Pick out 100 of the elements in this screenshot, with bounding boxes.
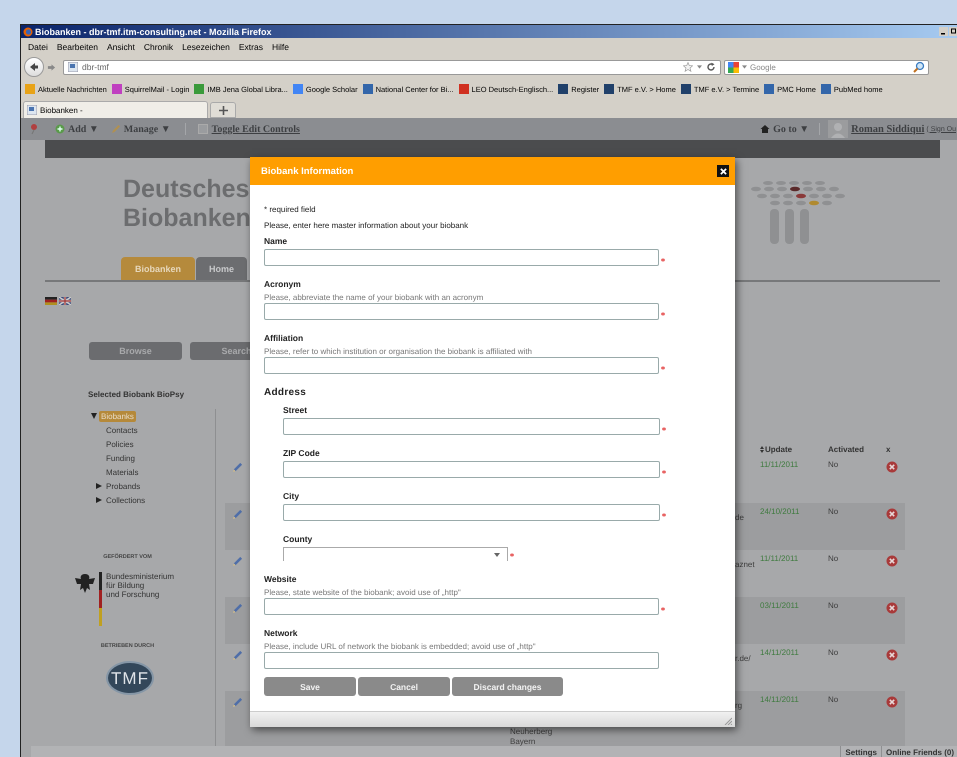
edit-pencil-icon[interactable] bbox=[232, 603, 243, 614]
german-flag-icon[interactable] bbox=[45, 297, 57, 305]
dialog-title: Biobank Information bbox=[261, 166, 354, 176]
new-tab-button[interactable] bbox=[210, 102, 236, 118]
text-field[interactable] bbox=[264, 303, 659, 320]
delete-icon[interactable] bbox=[886, 461, 898, 473]
star-icon[interactable] bbox=[683, 62, 693, 72]
expander-icon[interactable] bbox=[96, 497, 102, 503]
text-field[interactable] bbox=[264, 598, 659, 615]
menu-item[interactable]: Bearbeiten bbox=[54, 42, 104, 52]
search-field[interactable]: Google bbox=[724, 60, 929, 74]
table-cell: r.de/ bbox=[735, 654, 751, 663]
edit-pencil-icon[interactable] bbox=[232, 650, 243, 661]
text-field[interactable] bbox=[283, 418, 660, 435]
edit-pencil-icon[interactable] bbox=[232, 462, 243, 473]
tree-item[interactable]: Materials bbox=[104, 466, 140, 478]
browser-tab[interactable]: Biobanken - bbox=[23, 101, 208, 118]
minimize-icon[interactable] bbox=[939, 27, 948, 36]
field-hint: Please, abbreviate the name of your biobank with an acronym bbox=[264, 293, 484, 303]
toggle-edit-controls-link[interactable]: Toggle Edit Controls bbox=[212, 124, 300, 134]
field-label: County bbox=[283, 534, 314, 544]
text-field[interactable] bbox=[283, 504, 660, 521]
dialog-button[interactable]: Cancel bbox=[358, 677, 450, 696]
dialog-button[interactable]: Save bbox=[264, 677, 356, 696]
table-cell-text: No bbox=[828, 460, 840, 471]
forward-icon[interactable] bbox=[47, 62, 56, 72]
column-header[interactable]: Update bbox=[760, 443, 828, 456]
site-tab[interactable]: Home bbox=[196, 257, 248, 280]
delete-icon[interactable] bbox=[886, 555, 898, 567]
table-cell-text: 14/11/2011 bbox=[760, 648, 800, 659]
menu-item[interactable]: Hilfe bbox=[268, 42, 295, 52]
resize-grip-icon[interactable] bbox=[724, 717, 732, 725]
dropdown-caret-icon[interactable] bbox=[742, 65, 747, 69]
menu-item[interactable]: Chronik bbox=[140, 42, 180, 52]
table-cell-text: No bbox=[828, 695, 840, 706]
edit-pencil-icon[interactable] bbox=[232, 556, 243, 567]
selected-biobank-heading: Selected Biobank BioPsy bbox=[88, 390, 184, 401]
table-cell-text: 24/10/2011 bbox=[760, 507, 800, 518]
text-field[interactable] bbox=[264, 249, 659, 266]
window-title: Biobanken - dbr-tmf.itm-consulting.net - Mozilla Firefox bbox=[35, 26, 272, 36]
manage-menu[interactable]: Manage ▼ bbox=[110, 124, 171, 134]
tree-item[interactable]: Policies bbox=[104, 438, 136, 450]
plus-icon bbox=[218, 106, 228, 114]
tree-item[interactable]: Collections bbox=[104, 494, 148, 506]
menu-item[interactable]: Ansicht bbox=[104, 42, 141, 52]
url-field[interactable]: dbr-tmf bbox=[63, 60, 721, 74]
user-name-link[interactable]: Roman Siddiqui bbox=[851, 124, 924, 134]
field-hint: Please, include URL of network the biobank is embedded; avoid use of „http" bbox=[264, 642, 537, 652]
dropdown-field[interactable] bbox=[283, 547, 508, 561]
close-button[interactable] bbox=[717, 165, 729, 177]
search-icon[interactable] bbox=[913, 61, 925, 73]
menu-item[interactable]: Datei bbox=[25, 42, 54, 52]
field-label: Street bbox=[283, 405, 308, 415]
ministry-name: Bundesministerium für Bildung und Forschung bbox=[106, 572, 174, 601]
field-label: City bbox=[283, 491, 300, 501]
restore-icon[interactable] bbox=[949, 27, 957, 36]
tree-item[interactable]: Funding bbox=[104, 452, 137, 464]
table-cell-text: No bbox=[828, 554, 840, 565]
edit-pencil-icon[interactable] bbox=[232, 509, 243, 520]
delete-icon[interactable] bbox=[886, 649, 898, 661]
reload-icon[interactable] bbox=[706, 62, 716, 72]
field-hint: Please, state website of the biobank; avoid use of „http" bbox=[264, 588, 462, 598]
eagle-emblem-icon bbox=[75, 572, 95, 594]
menu-item[interactable]: Lesezeichen bbox=[179, 42, 236, 52]
expander-icon[interactable] bbox=[91, 413, 97, 419]
avatar-icon[interactable] bbox=[828, 120, 848, 138]
text-field[interactable] bbox=[264, 652, 659, 669]
go-to-menu[interactable]: Go to ▼ bbox=[760, 124, 810, 134]
field-label: Website bbox=[264, 574, 298, 584]
tree-item[interactable]: Contacts bbox=[104, 424, 140, 436]
tree-item[interactable]: Probands bbox=[104, 480, 142, 492]
delete-icon[interactable] bbox=[886, 602, 898, 614]
edit-pencil-icon[interactable] bbox=[232, 697, 243, 708]
table-cell-text: 03/11/2011 bbox=[760, 601, 800, 612]
field-label: ZIP Code bbox=[283, 448, 321, 458]
add-menu[interactable]: Add ▼ bbox=[55, 124, 99, 134]
status-bar-button[interactable]: Online Friends (0) bbox=[880, 746, 957, 757]
search-engine-icon bbox=[728, 62, 739, 72]
delete-icon[interactable] bbox=[886, 696, 898, 708]
firefox-logo-icon bbox=[23, 26, 33, 36]
column-header: Activated bbox=[828, 444, 866, 456]
checkbox[interactable] bbox=[198, 124, 208, 134]
field-label: Network bbox=[264, 628, 299, 638]
status-bar-button[interactable]: Settings bbox=[840, 746, 881, 757]
table-cell: rg bbox=[735, 701, 742, 710]
back-arrow-icon bbox=[28, 61, 40, 73]
flag-bar-icon bbox=[99, 572, 102, 626]
british-flag-icon[interactable] bbox=[59, 297, 71, 305]
text-field[interactable] bbox=[283, 461, 660, 478]
caret-icon bbox=[494, 552, 500, 556]
dropdown-caret-icon[interactable] bbox=[697, 65, 702, 69]
menu-item[interactable]: Extras bbox=[236, 42, 269, 52]
delete-icon[interactable] bbox=[886, 508, 898, 520]
expander-icon[interactable] bbox=[96, 483, 102, 489]
dialog-button[interactable]: Discard changes bbox=[452, 677, 563, 696]
pin-icon[interactable] bbox=[29, 123, 39, 135]
field-label: Acronym bbox=[264, 279, 302, 289]
table-cell-text: 14/11/2011 bbox=[760, 695, 800, 706]
back-button[interactable] bbox=[24, 57, 44, 77]
text-field[interactable] bbox=[264, 357, 659, 374]
